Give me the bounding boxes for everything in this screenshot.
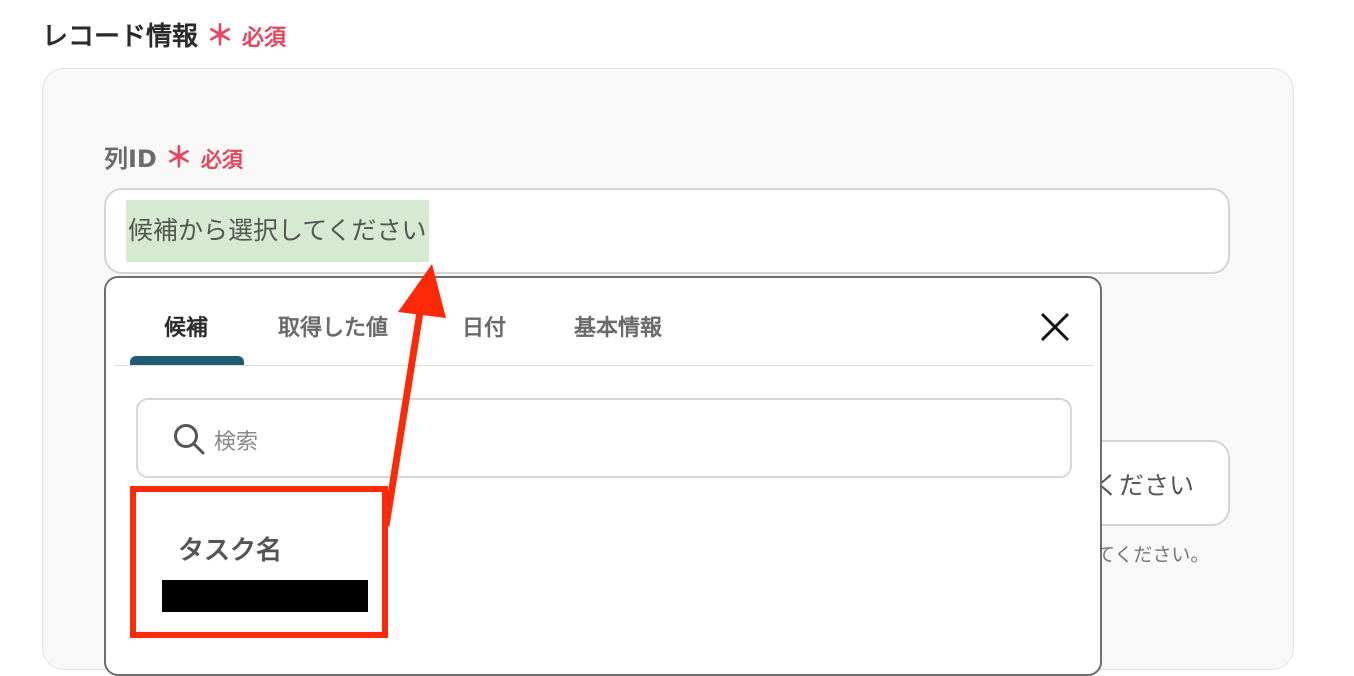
tab-fetched-values[interactable]: 取得した値	[278, 310, 388, 342]
section-title: レコード情報 ＊ 必須	[42, 14, 286, 54]
dropdown-tabs: 候補 取得した値 日付 基本情報	[106, 278, 1100, 366]
background-help-text: てください。	[1096, 544, 1210, 566]
close-icon[interactable]	[1036, 308, 1074, 346]
required-asterisk: ＊	[206, 19, 235, 52]
field-required-asterisk: ＊	[164, 141, 193, 174]
background-input-text: ください	[1093, 471, 1194, 500]
required-label: 必須	[242, 26, 287, 51]
column-id-input[interactable]: 候補から選択してください	[104, 188, 1230, 274]
section-title-text: レコード情報	[42, 22, 199, 52]
field-label-text: 列ID	[104, 145, 157, 173]
search-icon	[172, 422, 206, 456]
tab-date[interactable]: 日付	[462, 310, 506, 342]
search-input[interactable]: 検索	[136, 398, 1072, 478]
tabs-divider	[114, 365, 1094, 366]
annotation-highlight-box	[130, 486, 388, 638]
field-required-label: 必須	[200, 148, 243, 172]
tab-basic-info[interactable]: 基本情報	[574, 310, 662, 342]
tab-candidates[interactable]: 候補	[164, 310, 208, 342]
field-label: 列ID ＊ 必須	[104, 136, 243, 176]
search-placeholder: 検索	[214, 430, 259, 455]
column-id-placeholder: 候補から選択してください	[126, 200, 429, 262]
